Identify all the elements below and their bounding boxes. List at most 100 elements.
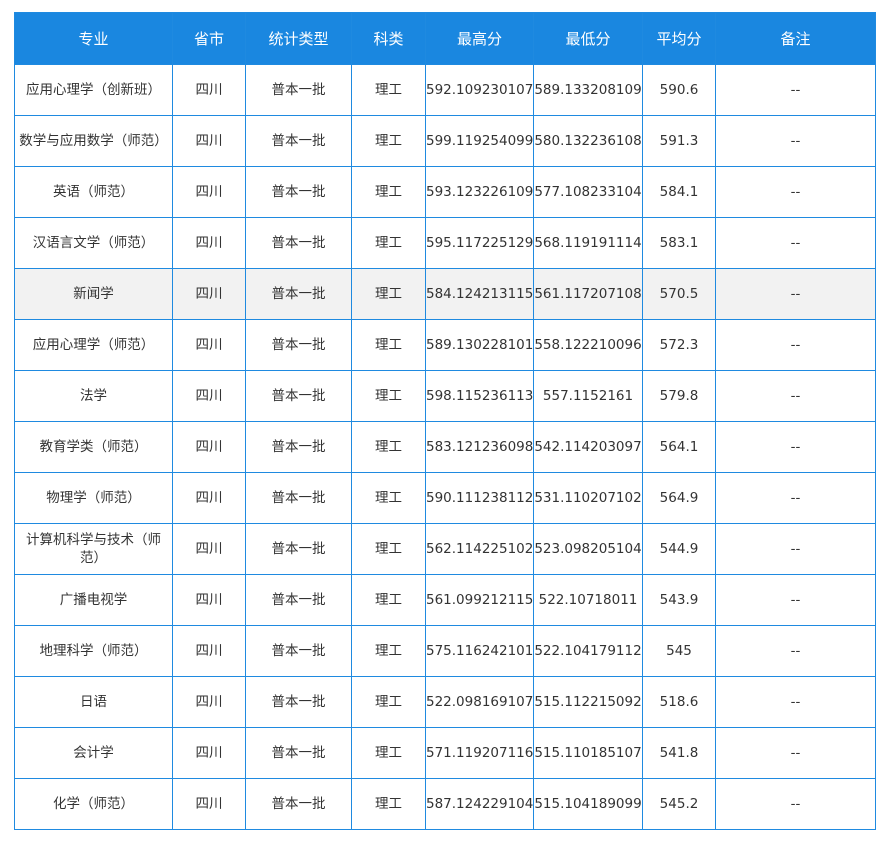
cell-major: 数学与应用数学（师范） bbox=[14, 115, 173, 167]
cell-avg-score: 572.3 bbox=[642, 319, 716, 371]
cell-major: 英语（师范） bbox=[14, 166, 173, 218]
cell-major: 地理科学（师范） bbox=[14, 625, 173, 677]
cell-remarks: -- bbox=[715, 625, 876, 677]
cell-remarks: -- bbox=[715, 523, 876, 575]
cell-min-score: 522.10718011 bbox=[533, 574, 643, 626]
cell-remarks: -- bbox=[715, 217, 876, 269]
cell-min-score: 515.104189099 bbox=[533, 778, 643, 830]
header-remarks: 备注 bbox=[715, 12, 876, 65]
cell-min-score: 542.114203097 bbox=[533, 421, 643, 473]
cell-min-score: 515.110185107 bbox=[533, 727, 643, 779]
cell-max-score: 562.114225102 bbox=[425, 523, 534, 575]
cell-min-score: 589.133208109 bbox=[533, 64, 643, 116]
cell-avg-score: 579.8 bbox=[642, 370, 716, 422]
cell-remarks: -- bbox=[715, 421, 876, 473]
cell-stat-type: 普本一批 bbox=[245, 472, 352, 524]
cell-subject-category: 理工 bbox=[351, 625, 426, 677]
header-max-score: 最高分 bbox=[425, 12, 534, 65]
cell-stat-type: 普本一批 bbox=[245, 421, 352, 473]
cell-max-score: 571.119207116 bbox=[425, 727, 534, 779]
cell-min-score: 515.112215092 bbox=[533, 676, 643, 728]
header-stat-type: 统计类型 bbox=[245, 12, 352, 65]
cell-min-score: 568.119191114 bbox=[533, 217, 643, 269]
cell-min-score: 523.098205104 bbox=[533, 523, 643, 575]
cell-major: 化学（师范） bbox=[14, 778, 173, 830]
cell-stat-type: 普本一批 bbox=[245, 64, 352, 116]
cell-avg-score: 544.9 bbox=[642, 523, 716, 575]
cell-stat-type: 普本一批 bbox=[245, 319, 352, 371]
cell-subject-category: 理工 bbox=[351, 319, 426, 371]
table-row: 教育学类（师范） 四川 普本一批 理工 583.121236098 542.1142030… bbox=[14, 421, 876, 473]
table-row: 应用心理学（师范） 四川 普本一批 理工 589.130228101 558.122210… bbox=[14, 319, 876, 371]
table-row: 汉语言文学（师范） 四川 普本一批 理工 595.117225129 568.119191… bbox=[14, 217, 876, 269]
cell-stat-type: 普本一批 bbox=[245, 115, 352, 167]
table-header-row: 专业 省市 统计类型 科类 最高分 最低分 平均分 备注 bbox=[14, 12, 876, 65]
cell-major: 会计学 bbox=[14, 727, 173, 779]
cell-subject-category: 理工 bbox=[351, 115, 426, 167]
cell-remarks: -- bbox=[715, 472, 876, 524]
cell-subject-category: 理工 bbox=[351, 676, 426, 728]
cell-province: 四川 bbox=[172, 115, 246, 167]
cell-remarks: -- bbox=[715, 115, 876, 167]
header-subject-category: 科类 bbox=[351, 12, 426, 65]
table-row: 地理科学（师范） 四川 普本一批 理工 575.116242101 522.1041791… bbox=[14, 625, 876, 677]
header-province: 省市 bbox=[172, 12, 246, 65]
table-row: 新闻学 四川 普本一批 理工 584.124213115 561.117207108 570… bbox=[14, 268, 876, 320]
cell-remarks: -- bbox=[715, 574, 876, 626]
cell-major: 广播电视学 bbox=[14, 574, 173, 626]
cell-avg-score: 564.9 bbox=[642, 472, 716, 524]
cell-province: 四川 bbox=[172, 319, 246, 371]
cell-max-score: 522.098169107 bbox=[425, 676, 534, 728]
cell-province: 四川 bbox=[172, 778, 246, 830]
cell-remarks: -- bbox=[715, 778, 876, 830]
cell-max-score: 599.119254099 bbox=[425, 115, 534, 167]
cell-min-score: 557.1152161 bbox=[533, 370, 643, 422]
cell-subject-category: 理工 bbox=[351, 472, 426, 524]
table-row: 会计学 四川 普本一批 理工 571.119207116 515.110185107 541… bbox=[14, 727, 876, 779]
cell-remarks: -- bbox=[715, 727, 876, 779]
cell-stat-type: 普本一批 bbox=[245, 166, 352, 218]
cell-max-score: 589.130228101 bbox=[425, 319, 534, 371]
cell-province: 四川 bbox=[172, 421, 246, 473]
cell-max-score: 584.124213115 bbox=[425, 268, 534, 320]
cell-stat-type: 普本一批 bbox=[245, 727, 352, 779]
cell-max-score: 595.117225129 bbox=[425, 217, 534, 269]
cell-avg-score: 570.5 bbox=[642, 268, 716, 320]
cell-subject-category: 理工 bbox=[351, 523, 426, 575]
cell-avg-score: 564.1 bbox=[642, 421, 716, 473]
header-avg-score: 平均分 bbox=[642, 12, 716, 65]
cell-province: 四川 bbox=[172, 727, 246, 779]
header-min-score: 最低分 bbox=[533, 12, 643, 65]
cell-subject-category: 理工 bbox=[351, 778, 426, 830]
cell-province: 四川 bbox=[172, 217, 246, 269]
cell-min-score: 522.104179112 bbox=[533, 625, 643, 677]
admission-scores-table: 专业 省市 统计类型 科类 最高分 最低分 平均分 备注 应用心理学（创新班）四… bbox=[14, 12, 876, 830]
cell-stat-type: 普本一批 bbox=[245, 370, 352, 422]
cell-avg-score: 543.9 bbox=[642, 574, 716, 626]
cell-max-score: 561.099212115 bbox=[425, 574, 534, 626]
cell-subject-category: 理工 bbox=[351, 268, 426, 320]
cell-stat-type: 普本一批 bbox=[245, 217, 352, 269]
table-row: 物理学（师范） 四川 普本一批 理工 590.111238112 531.11020710… bbox=[14, 472, 876, 524]
cell-subject-category: 理工 bbox=[351, 421, 426, 473]
table-row: 日语 四川 普本一批 理工 522.098169107 515.112215092 518.… bbox=[14, 676, 876, 728]
cell-min-score: 561.117207108 bbox=[533, 268, 643, 320]
cell-stat-type: 普本一批 bbox=[245, 625, 352, 677]
table-row: 英语（师范） 四川 普本一批 理工 593.123226109 577.108233104… bbox=[14, 166, 876, 218]
cell-major: 计算机科学与技术（师范） bbox=[14, 523, 173, 575]
cell-province: 四川 bbox=[172, 574, 246, 626]
cell-max-score: 575.116242101 bbox=[425, 625, 534, 677]
table-body: 应用心理学（创新班） 四川 普本一批 理工 592.109230107 589.13320… bbox=[14, 64, 876, 830]
cell-subject-category: 理工 bbox=[351, 727, 426, 779]
cell-major: 应用心理学（创新班） bbox=[14, 64, 173, 116]
cell-max-score: 593.123226109 bbox=[425, 166, 534, 218]
cell-subject-category: 理工 bbox=[351, 370, 426, 422]
cell-province: 四川 bbox=[172, 268, 246, 320]
cell-avg-score: 545.2 bbox=[642, 778, 716, 830]
header-major: 专业 bbox=[14, 12, 173, 65]
cell-min-score: 531.110207102 bbox=[533, 472, 643, 524]
cell-min-score: 577.108233104 bbox=[533, 166, 643, 218]
cell-max-score: 583.121236098 bbox=[425, 421, 534, 473]
cell-remarks: -- bbox=[715, 64, 876, 116]
table-row: 广播电视学 四川 普本一批 理工 561.099212115 522.10718011 54… bbox=[14, 574, 876, 626]
